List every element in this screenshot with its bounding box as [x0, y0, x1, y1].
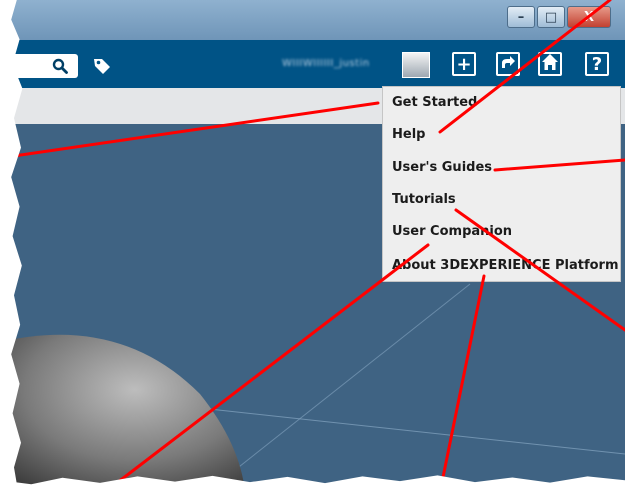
search-icon[interactable]: [50, 56, 70, 76]
plus-icon: +: [456, 53, 472, 75]
maximize-button[interactable]: □: [537, 6, 565, 28]
minimize-button[interactable]: –: [507, 6, 535, 28]
menu-item-tutorials[interactable]: Tutorials: [392, 192, 456, 207]
menu-item-about-platform[interactable]: About 3DEXPERIENCE Platform: [392, 258, 619, 273]
title-bar: – □ X: [0, 0, 625, 40]
window-controls: – □ X: [507, 6, 611, 28]
tag-icon[interactable]: [92, 56, 112, 76]
add-button[interactable]: +: [452, 52, 476, 76]
home-icon: [541, 53, 559, 76]
user-name[interactable]: WIIIWIIIIII_justin: [282, 58, 370, 69]
menu-item-users-guides[interactable]: User's Guides: [392, 160, 492, 175]
help-icon: ?: [591, 53, 603, 75]
menu-item-get-started[interactable]: Get Started: [392, 95, 477, 110]
app-window: – □ X WIIIWIIIIII_justin + ? Get Started…: [0, 0, 625, 492]
home-button[interactable]: [538, 52, 562, 76]
share-icon: [500, 54, 516, 75]
close-button[interactable]: X: [567, 6, 611, 28]
menu-item-help[interactable]: Help: [392, 127, 425, 142]
help-button[interactable]: ?: [585, 52, 609, 76]
share-button[interactable]: [496, 52, 520, 76]
avatar[interactable]: [402, 52, 430, 78]
menu-item-user-companion[interactable]: User Companion: [392, 224, 512, 239]
top-toolbar: WIIIWIIIIII_justin: [0, 40, 625, 88]
help-menu: Get Started Help User's Guides Tutorials…: [382, 86, 621, 282]
